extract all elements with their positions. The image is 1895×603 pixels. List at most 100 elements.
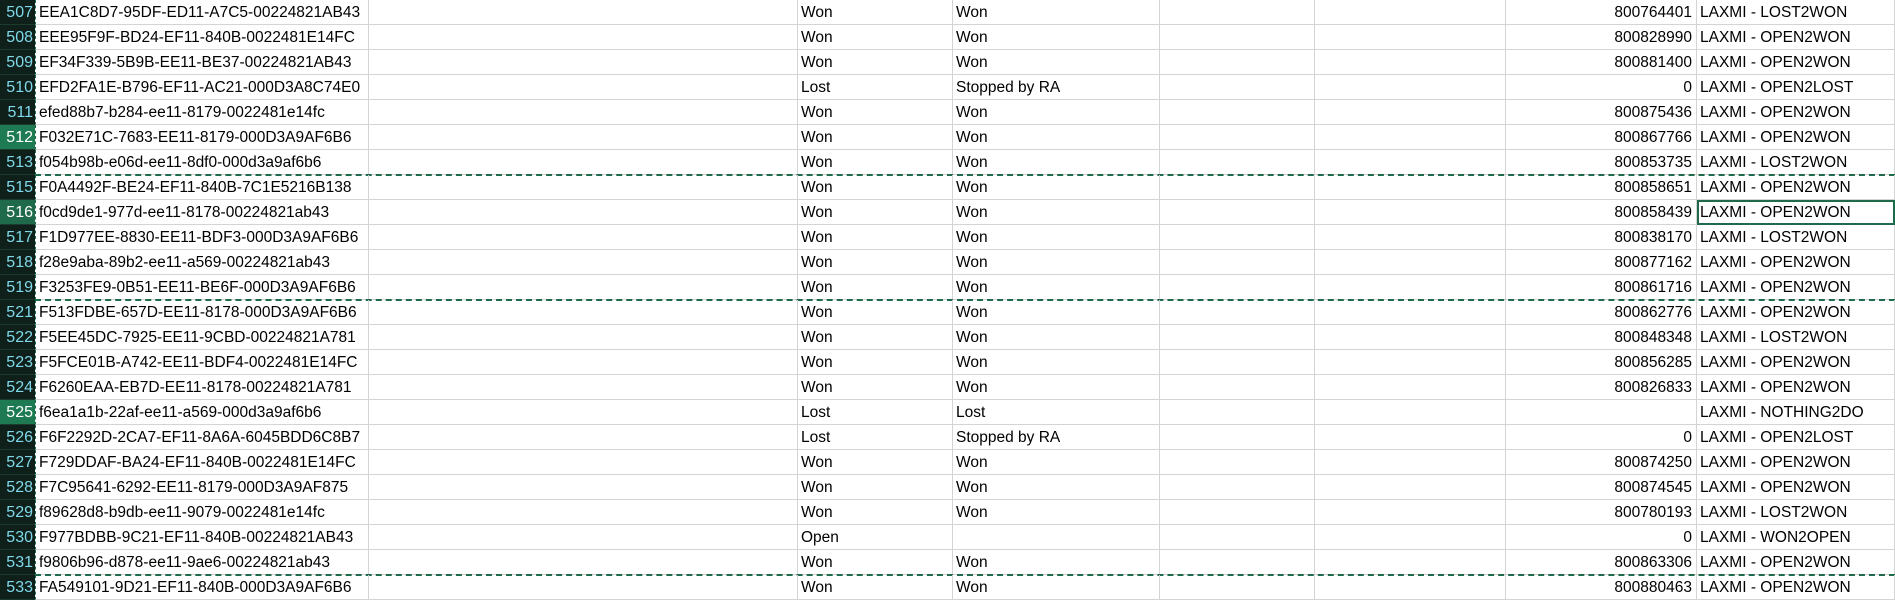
cell-empty-f[interactable] — [1315, 50, 1506, 75]
cell-status[interactable]: Won — [798, 125, 953, 150]
cell-empty-b[interactable] — [369, 175, 798, 200]
cell-label[interactable]: LAXMI - OPEN2WON — [1697, 50, 1895, 75]
cell-number[interactable]: 0 — [1506, 425, 1697, 450]
cell-status[interactable]: Won — [798, 50, 953, 75]
row-number-header[interactable]: 523 — [0, 350, 35, 375]
cell-status[interactable]: Lost — [798, 425, 953, 450]
cell-empty-e[interactable] — [1160, 375, 1315, 400]
cell-label[interactable]: LAXMI - OPEN2LOST — [1697, 425, 1895, 450]
cell-id[interactable]: f28e9aba-89b2-ee11-a569-00224821ab43 — [35, 250, 369, 275]
cell-id[interactable]: F5FCE01B-A742-EE11-BDF4-0022481E14FC — [35, 350, 369, 375]
cell-empty-b[interactable] — [369, 550, 798, 575]
cell-empty-f[interactable] — [1315, 225, 1506, 250]
table-row[interactable]: 531 f9806b96-d878-ee11-9ae6-00224821ab43 W… — [0, 550, 1895, 575]
row-number-header[interactable]: 519 — [0, 275, 35, 300]
cell-label[interactable]: LAXMI - OPEN2WON — [1697, 125, 1895, 150]
row-number-header[interactable]: 525 — [0, 400, 35, 425]
cell-outcome[interactable]: Won — [953, 325, 1160, 350]
cell-id[interactable]: F1D977EE-8830-EE11-BDF3-000D3A9AF6B6 — [35, 225, 369, 250]
cell-number[interactable]: 800828990 — [1506, 25, 1697, 50]
cell-status[interactable]: Won — [798, 550, 953, 575]
cell-number[interactable]: 800826833 — [1506, 375, 1697, 400]
table-row[interactable]: 519 F3253FE9-0B51-EE11-BE6F-000D3A9AF6B6 W… — [0, 275, 1895, 300]
cell-empty-f[interactable] — [1315, 525, 1506, 550]
cell-outcome[interactable]: Won — [953, 450, 1160, 475]
cell-number[interactable]: 800858651 — [1506, 175, 1697, 200]
table-row[interactable]: 529 f89628d8-b9db-ee11-9079-0022481e14fc W… — [0, 500, 1895, 525]
cell-empty-b[interactable] — [369, 250, 798, 275]
table-row[interactable]: 513 f054b98b-e06d-ee11-8df0-000d3a9af6b6 W… — [0, 150, 1895, 175]
table-row[interactable]: 515 F0A4492F-BE24-EF11-840B-7C1E5216B138 W… — [0, 175, 1895, 200]
cell-status[interactable]: Won — [798, 25, 953, 50]
cell-empty-b[interactable] — [369, 525, 798, 550]
table-row[interactable]: 507 EEA1C8D7-95DF-ED11-A7C5-00224821AB43 W… — [0, 0, 1895, 25]
cell-number[interactable]: 800861716 — [1506, 275, 1697, 300]
cell-empty-f[interactable] — [1315, 125, 1506, 150]
cell-empty-f[interactable] — [1315, 475, 1506, 500]
cell-empty-f[interactable] — [1315, 375, 1506, 400]
cell-id[interactable]: FA549101-9D21-EF11-840B-000D3A9AF6B6 — [35, 575, 369, 600]
cell-status[interactable]: Won — [798, 0, 953, 25]
cell-status[interactable]: Won — [798, 200, 953, 225]
cell-empty-f[interactable] — [1315, 575, 1506, 600]
cell-outcome[interactable]: Stopped by RA — [953, 425, 1160, 450]
cell-empty-e[interactable] — [1160, 175, 1315, 200]
table-row[interactable]: 528 F7C95641-6292-EE11-8179-000D3A9AF875 W… — [0, 475, 1895, 500]
cell-empty-b[interactable] — [369, 425, 798, 450]
cell-outcome[interactable]: Won — [953, 125, 1160, 150]
table-row[interactable]: 525 f6ea1a1b-22af-ee11-a569-000d3a9af6b6 L… — [0, 400, 1895, 425]
cell-label[interactable]: LAXMI - OPEN2WON — [1697, 175, 1895, 200]
table-row[interactable]: 523 F5FCE01B-A742-EE11-BDF4-0022481E14FC W… — [0, 350, 1895, 375]
table-row[interactable]: 530 F977BDBB-9C21-EF11-840B-00224821AB43 O… — [0, 525, 1895, 550]
cell-empty-f[interactable] — [1315, 400, 1506, 425]
cell-number[interactable]: 800880463 — [1506, 575, 1697, 600]
table-row[interactable]: 533 FA549101-9D21-EF11-840B-000D3A9AF6B6 W… — [0, 575, 1895, 600]
cell-empty-e[interactable] — [1160, 25, 1315, 50]
cell-id[interactable]: f0cd9de1-977d-ee11-8178-00224821ab43 — [35, 200, 369, 225]
cell-number[interactable]: 800874250 — [1506, 450, 1697, 475]
cell-outcome[interactable]: Won — [953, 50, 1160, 75]
table-row[interactable]: 512 F032E71C-7683-EE11-8179-000D3A9AF6B6 W… — [0, 125, 1895, 150]
row-number-header[interactable]: 509 — [0, 50, 35, 75]
cell-empty-f[interactable] — [1315, 425, 1506, 450]
row-number-header[interactable]: 511 — [0, 100, 35, 125]
table-row[interactable]: 510 EFD2FA1E-B796-EF11-AC21-000D3A8C74E0 L… — [0, 75, 1895, 100]
table-row[interactable]: 517 F1D977EE-8830-EE11-BDF3-000D3A9AF6B6 W… — [0, 225, 1895, 250]
table-row[interactable]: 524 F6260EAA-EB7D-EE11-8178-00224821A781 W… — [0, 375, 1895, 400]
cell-label[interactable]: LAXMI - OPEN2WON — [1697, 300, 1895, 325]
table-row[interactable]: 509 EF34F339-5B9B-EE11-BE37-00224821AB43 W… — [0, 50, 1895, 75]
cell-number[interactable]: 800867766 — [1506, 125, 1697, 150]
cell-number[interactable]: 800856285 — [1506, 350, 1697, 375]
cell-outcome[interactable]: Won — [953, 0, 1160, 25]
cell-status[interactable]: Won — [798, 350, 953, 375]
row-number-header[interactable]: 517 — [0, 225, 35, 250]
cell-empty-e[interactable] — [1160, 450, 1315, 475]
cell-status[interactable]: Won — [798, 100, 953, 125]
cell-empty-b[interactable] — [369, 575, 798, 600]
cell-label[interactable]: LAXMI - OPEN2WON — [1697, 100, 1895, 125]
cell-id[interactable]: F3253FE9-0B51-EE11-BE6F-000D3A9AF6B6 — [35, 275, 369, 300]
row-number-header[interactable]: 513 — [0, 150, 35, 175]
cell-number[interactable]: 800764401 — [1506, 0, 1697, 25]
row-number-header[interactable]: 524 — [0, 375, 35, 400]
cell-empty-b[interactable] — [369, 225, 798, 250]
cell-empty-b[interactable] — [369, 325, 798, 350]
cell-empty-e[interactable] — [1160, 250, 1315, 275]
row-number-header[interactable]: 518 — [0, 250, 35, 275]
cell-empty-b[interactable] — [369, 75, 798, 100]
row-number-header[interactable]: 516 — [0, 200, 35, 225]
cell-empty-b[interactable] — [369, 275, 798, 300]
cell-label[interactable]: LAXMI - OPEN2WON — [1697, 575, 1895, 600]
cell-label[interactable]: LAXMI - LOST2WON — [1697, 325, 1895, 350]
row-number-header[interactable]: 528 — [0, 475, 35, 500]
cell-label[interactable]: LAXMI - OPEN2WON — [1697, 200, 1895, 225]
cell-label[interactable]: LAXMI - LOST2WON — [1697, 225, 1895, 250]
cell-label[interactable]: LAXMI - OPEN2WON — [1697, 350, 1895, 375]
cell-empty-f[interactable] — [1315, 150, 1506, 175]
cell-outcome[interactable]: Won — [953, 25, 1160, 50]
cell-status[interactable]: Won — [798, 300, 953, 325]
cell-number[interactable]: 800874545 — [1506, 475, 1697, 500]
cell-empty-f[interactable] — [1315, 450, 1506, 475]
cell-empty-b[interactable] — [369, 50, 798, 75]
cell-status[interactable]: Open — [798, 525, 953, 550]
